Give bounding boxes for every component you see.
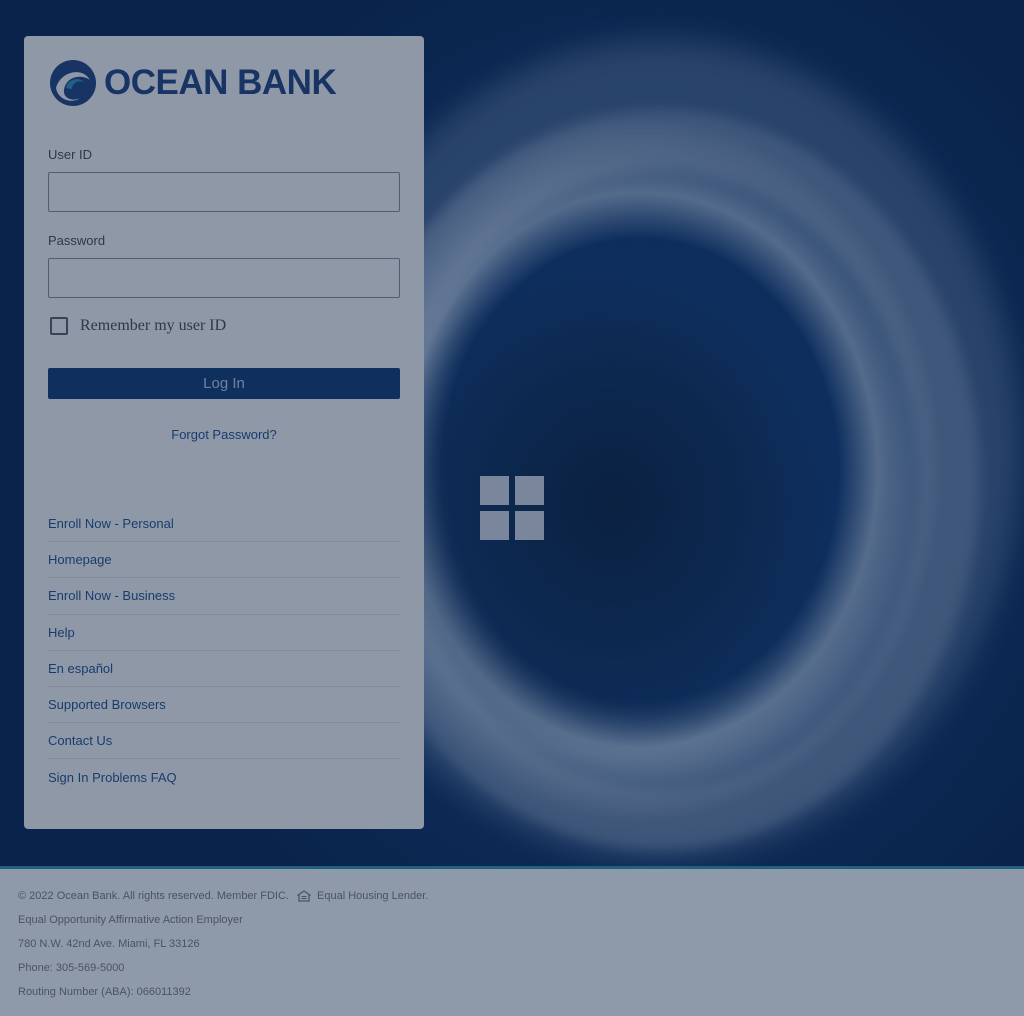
link-supported-browsers[interactable]: Supported Browsers [48, 687, 400, 724]
footer-routing: Routing Number (ABA): 066011392 [18, 986, 191, 998]
remember-label: Remember my user ID [80, 317, 227, 334]
password-label: Password [48, 233, 106, 248]
footer-copyright: © 2022 Ocean Bank. All rights reserved. … [18, 890, 289, 902]
brand-logo[interactable]: OCEAN BANK [48, 58, 337, 108]
forgot-password-link[interactable]: Forgot Password? [48, 427, 400, 442]
brand-name: OCEAN BANK [104, 63, 337, 102]
link-enroll-personal[interactable]: Enroll Now - Personal [48, 506, 400, 543]
password-input[interactable] [48, 258, 400, 298]
link-espanol[interactable]: En español [48, 651, 400, 687]
help-links-list: Enroll Now - Personal Homepage Enroll No… [48, 506, 400, 796]
link-homepage[interactable]: Homepage [48, 542, 400, 579]
remember-checkbox[interactable] [50, 317, 68, 335]
footer-eoe: Equal Opportunity Affirmative Action Emp… [18, 914, 243, 926]
link-help[interactable]: Help [48, 615, 400, 651]
loading-grid-icon [480, 476, 544, 540]
link-contact-us[interactable]: Contact Us [48, 723, 400, 760]
ocean-bank-wave-logo-icon [50, 60, 96, 106]
footer-address: 780 N.W. 42nd Ave. Miami, FL 33126 [18, 938, 200, 950]
user-id-input[interactable] [48, 172, 400, 212]
footer-copyright-line: © 2022 Ocean Bank. All rights reserved. … [18, 884, 428, 908]
footer-phone: Phone: 305-569-5000 [18, 962, 125, 974]
remember-user-id[interactable]: Remember my user ID [50, 317, 226, 335]
equal-housing-icon [297, 890, 311, 902]
log-in-button[interactable]: Log In [48, 368, 400, 399]
login-panel: OCEAN BANK User ID Password Remember my … [24, 36, 424, 829]
user-id-label: User ID [48, 147, 93, 162]
link-enroll-business[interactable]: Enroll Now - Business [48, 578, 400, 615]
wave-foam-ring-inner [340, 110, 980, 850]
hero-divider [0, 866, 1024, 869]
footer-housing: Equal Housing Lender. [317, 890, 429, 902]
link-sign-in-faq[interactable]: Sign In Problems FAQ [48, 759, 400, 795]
footer: © 2022 Ocean Bank. All rights reserved. … [18, 884, 428, 1004]
